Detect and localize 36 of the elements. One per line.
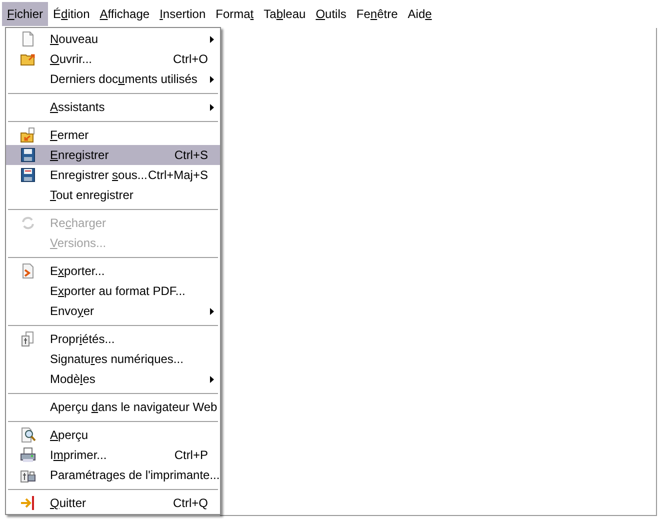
properties-icon: [20, 331, 36, 347]
printer-icon: [20, 447, 36, 463]
menu-item[interactable]: Enregistrer sous...Ctrl+Maj+S: [6, 165, 220, 185]
menu-item[interactable]: Envoyer: [6, 301, 220, 321]
menu-item[interactable]: Aperçu dans le navigateur Web: [6, 397, 220, 417]
exit-icon: [20, 495, 36, 511]
document-icon: [20, 31, 36, 47]
menu-item[interactable]: Fermer: [6, 125, 220, 145]
export-icon: [20, 263, 36, 279]
menu-item[interactable]: Exporter au format PDF...: [6, 281, 220, 301]
menu-item[interactable]: Tout enregistrer: [6, 185, 220, 205]
menu-bar-item[interactable]: Tableau: [258, 2, 311, 26]
menu-item[interactable]: Imprimer... Ctrl+P: [6, 445, 220, 465]
refresh-icon: [20, 215, 36, 231]
menu-item[interactable]: Ouvrir... Ctrl+O: [6, 49, 220, 69]
menu-item[interactable]: Modèles: [6, 369, 220, 389]
menu-item[interactable]: Enregistrer Ctrl+S: [6, 145, 220, 165]
menu-bar-item[interactable]: Affichage: [94, 2, 155, 26]
menu-item[interactable]: Exporter...: [6, 261, 220, 281]
menu-bar-item[interactable]: Fenêtre: [351, 2, 403, 26]
menu-item[interactable]: Nouveau: [6, 29, 220, 49]
menu-item[interactable]: Aperçu: [6, 425, 220, 445]
menu-bar-item[interactable]: Édition: [48, 2, 95, 26]
menu-item[interactable]: Propriétés...: [6, 329, 220, 349]
magnifier-icon: [20, 427, 36, 443]
menu-item[interactable]: Derniers documents utilisés: [6, 69, 220, 89]
menu-item[interactable]: Signatures numériques...: [6, 349, 220, 369]
menu-bar-item[interactable]: Format: [210, 2, 259, 26]
menu-item[interactable]: Paramétrages de l'imprimante...: [6, 465, 220, 485]
menu-bar-item[interactable]: Fichier: [2, 2, 48, 26]
menu-item[interactable]: Assistants: [6, 97, 220, 117]
menu-bar-item[interactable]: Outils: [310, 2, 352, 26]
menu-item[interactable]: Quitter Ctrl+Q: [6, 493, 220, 513]
menu-bar-item[interactable]: Insertion: [154, 2, 211, 26]
folder-icon: [20, 127, 36, 143]
menu-bar-item[interactable]: Aide: [402, 2, 437, 26]
